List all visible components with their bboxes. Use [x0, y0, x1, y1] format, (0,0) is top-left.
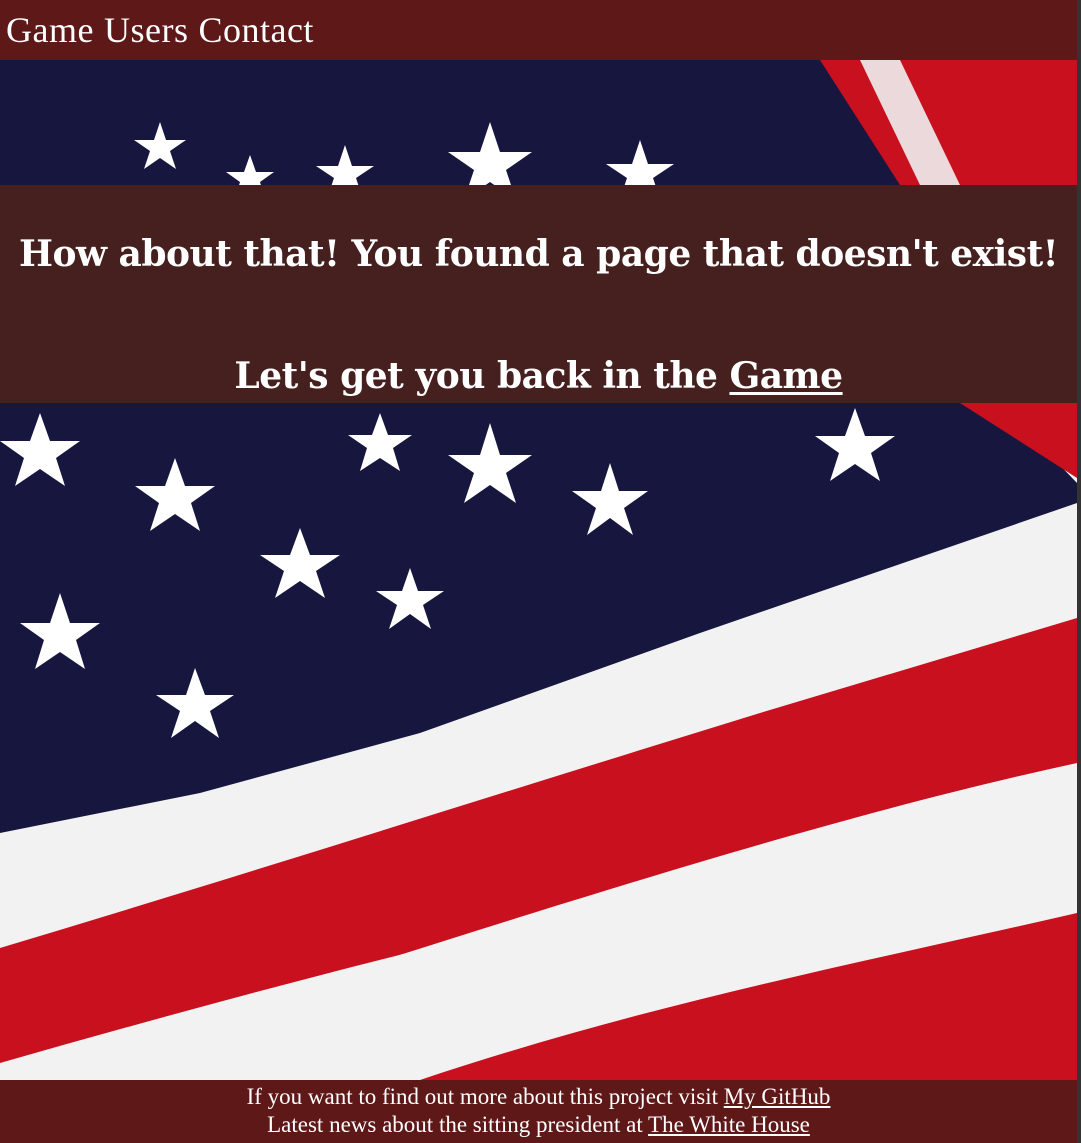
footer: If you want to find out more about this …	[0, 1080, 1077, 1143]
github-link[interactable]: My GitHub	[724, 1084, 831, 1109]
navbar: Game Users Contact	[0, 0, 1077, 60]
back-to-game-link[interactable]: Game	[729, 355, 843, 397]
page-edge	[1077, 0, 1081, 1143]
back-prefix: Let's get you back in the	[234, 355, 730, 397]
flag-background	[0, 403, 1077, 1080]
footer-whitehouse-text: Latest news about the sitting president …	[267, 1112, 649, 1137]
not-found-headline: How about that! You found a page that do…	[18, 233, 1059, 275]
footer-github-line: If you want to find out more about this …	[0, 1083, 1077, 1111]
back-to-game-line: Let's get you back in the Game	[0, 355, 1077, 397]
footer-github-text: If you want to find out more about this …	[246, 1084, 724, 1109]
flag-banner-top	[0, 60, 1077, 185]
footer-whitehouse-line: Latest news about the sitting president …	[0, 1111, 1077, 1139]
nav-link-users[interactable]: Users	[104, 9, 188, 51]
nav-link-game[interactable]: Game	[6, 9, 94, 51]
white-house-link[interactable]: The White House	[648, 1112, 810, 1137]
not-found-message: How about that! You found a page that do…	[0, 185, 1077, 403]
nav-link-contact[interactable]: Contact	[198, 9, 313, 51]
